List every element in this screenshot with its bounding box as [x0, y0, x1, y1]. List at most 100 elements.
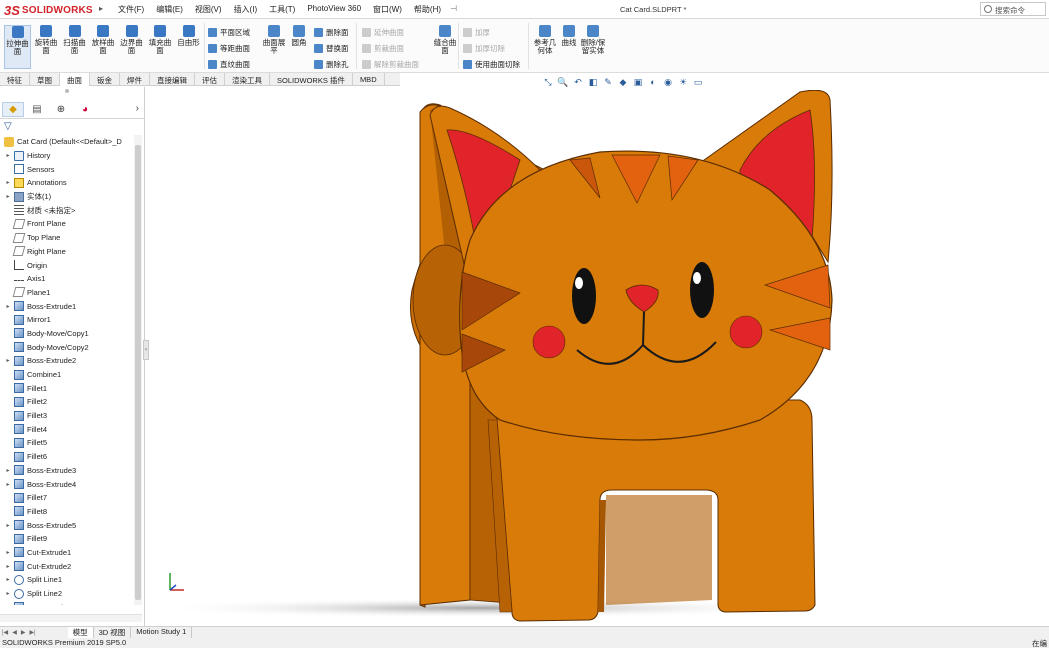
tree-item[interactable]: Fillet7	[0, 491, 134, 505]
ribbon-item-group2-1[interactable]: 等距曲面	[208, 43, 250, 54]
tab-8[interactable]: SOLIDWORKS 插件	[270, 73, 353, 86]
dynamic-annotation-icon[interactable]: ✎	[602, 76, 614, 88]
next-tab-arrow-icon[interactable]: ▶	[19, 629, 28, 636]
tree-item[interactable]: Fillet3	[0, 409, 134, 423]
ribbon-big-button-1[interactable]: 曲线	[556, 25, 582, 69]
extruded-surface-button[interactable]: 拉伸曲 面	[4, 25, 31, 69]
tab-2[interactable]: 曲面	[60, 73, 90, 86]
tree-item[interactable]: Mirror1	[0, 313, 134, 327]
menu-item[interactable]: 编辑(E)	[150, 4, 189, 15]
tree-item[interactable]: Fillet8	[0, 505, 134, 519]
tree-item[interactable]: Fillet9	[0, 532, 134, 546]
tree-item[interactable]: ▸Cut-Extrude3	[0, 600, 134, 605]
section-view-icon[interactable]: ◧	[587, 76, 599, 88]
edit-appearance-icon[interactable]: ◉	[662, 76, 674, 88]
tree-item[interactable]: Right Plane	[0, 245, 134, 259]
tree-item[interactable]: Front Plane	[0, 217, 134, 231]
menu-item[interactable]: PhotoView 360	[301, 4, 367, 15]
ribbon-item-group2-0[interactable]: 平面区域	[208, 27, 250, 38]
knit-surface-button[interactable]: 缝合曲 面	[430, 25, 460, 69]
tree-root-part[interactable]: Cat Card (Default<<Default>_D	[0, 135, 134, 149]
lofted-surface-button[interactable]: 放样曲 面	[90, 25, 117, 69]
ribbon-item-group6-2[interactable]: 使用曲面切除	[463, 59, 520, 70]
expand-arrow-icon[interactable]: ▸	[4, 522, 12, 529]
tree-item[interactable]: ▸ Boss-Extrude3	[0, 464, 134, 478]
bottom-tab-2[interactable]: Motion Study 1	[131, 627, 193, 638]
filled-surface-button[interactable]: 填充曲 面	[147, 25, 174, 69]
logo-menu-arrow-icon[interactable]: ▸	[99, 4, 109, 14]
configuration-manager-tab-icon[interactable]: ⊕	[50, 102, 72, 117]
tree-item[interactable]: ▸ Boss-Extrude4	[0, 477, 134, 491]
tree-item[interactable]: ▸ Annotations	[0, 176, 134, 190]
ribbon-item-group3-1[interactable]: 替换面	[314, 43, 349, 54]
apply-scene-icon[interactable]: ☀	[677, 76, 689, 88]
expand-arrow-icon[interactable]: ▸	[4, 152, 12, 159]
tree-item[interactable]: ▸ Boss-Extrude2	[0, 354, 134, 368]
tab-1[interactable]: 草图	[30, 73, 60, 86]
revolved-surface-button[interactable]: 旋转曲 面	[33, 25, 60, 69]
expand-arrow-icon[interactable]: ▸	[4, 549, 12, 556]
graphics-area[interactable]	[150, 90, 1049, 626]
panel-grip[interactable]	[65, 89, 69, 93]
expand-arrow-icon[interactable]: ▸	[4, 481, 12, 488]
menu-item[interactable]: 帮助(H)	[408, 4, 447, 15]
tab-6[interactable]: 评估	[195, 73, 225, 86]
swept-surface-button[interactable]: 扫描曲 面	[61, 25, 88, 69]
first-tab-arrow-icon[interactable]: |◀	[0, 629, 10, 636]
tree-item[interactable]: Plane1	[0, 286, 134, 300]
ribbon-item-group3-0[interactable]: 删除面	[314, 27, 349, 38]
tab-3[interactable]: 钣金	[90, 73, 120, 86]
menu-item[interactable]: 文件(F)	[112, 4, 150, 15]
last-tab-arrow-icon[interactable]: ▶|	[27, 629, 37, 636]
hide-show-items-icon[interactable]: ◐	[647, 76, 659, 88]
boundary-surface-button[interactable]: 边界曲 面	[118, 25, 145, 69]
pin-menu-icon[interactable]: ⊣	[447, 4, 460, 15]
tab-9[interactable]: MBD	[353, 73, 385, 86]
tab-5[interactable]: 直接编辑	[150, 73, 195, 86]
tree-item[interactable]: Axis1	[0, 272, 134, 286]
tree-item[interactable]: Origin	[0, 258, 134, 272]
filter-icon[interactable]: ▽	[4, 121, 12, 132]
expand-arrow-icon[interactable]: ▸	[4, 576, 12, 583]
menu-item[interactable]: 工具(T)	[263, 4, 301, 15]
tree-item[interactable]: Sensors	[0, 162, 134, 176]
tree-item[interactable]: Fillet5	[0, 436, 134, 450]
view-orientation-icon[interactable]: ◆	[617, 76, 629, 88]
expand-arrow-icon[interactable]: ▸	[4, 357, 12, 364]
tree-item[interactable]: ▸ History	[0, 149, 134, 163]
feature-manager-tab-icon[interactable]: ◆	[2, 102, 24, 117]
ribbon-item-group4-2[interactable]: 解除剪裁曲面	[362, 59, 419, 70]
tree-item[interactable]: Fillet4	[0, 422, 134, 436]
tree-item[interactable]: 材质 <未指定>	[0, 203, 134, 217]
display-style-icon[interactable]: ▣	[632, 76, 644, 88]
tree-item[interactable]: Fillet6	[0, 450, 134, 464]
expand-arrow-icon[interactable]: ▸	[4, 467, 12, 474]
previous-view-icon[interactable]: ↶	[572, 76, 584, 88]
flatten-surface-button[interactable]: 曲面展 平	[259, 25, 289, 69]
menu-item[interactable]: 插入(I)	[228, 4, 264, 15]
fillet-button[interactable]: 圆角	[289, 25, 309, 69]
property-manager-tab-icon[interactable]: ▤	[26, 102, 48, 117]
ribbon-item-group4-0[interactable]: 延伸曲面	[362, 27, 404, 38]
tree-item[interactable]: ▸ Boss-Extrude1	[0, 299, 134, 313]
scroll-thumb[interactable]	[135, 145, 141, 600]
expand-arrow-icon[interactable]: ▸	[4, 590, 12, 597]
tab-4[interactable]: 焊件	[120, 73, 150, 86]
tree-item[interactable]: Top Plane	[0, 231, 134, 245]
ribbon-big-button-0[interactable]: 参考几 何体	[532, 25, 558, 69]
prev-tab-arrow-icon[interactable]: ◀	[10, 629, 19, 636]
expand-arrow-icon[interactable]: ▸	[4, 604, 12, 606]
tree-item[interactable]: ▸ Split Line1	[0, 573, 134, 587]
ribbon-item-group6-0[interactable]: 加厚	[463, 27, 490, 38]
ribbon-item-group4-1[interactable]: 剪裁曲面	[362, 43, 404, 54]
display-manager-tab-icon[interactable]: ◕	[74, 102, 96, 117]
tree-vertical-scrollbar[interactable]	[134, 135, 142, 605]
tree-item[interactable]: ▸ Cut-Extrude2	[0, 559, 134, 573]
tab-7[interactable]: 渲染工具	[225, 73, 270, 86]
tree-item[interactable]: ▸ Boss-Extrude5	[0, 518, 134, 532]
search-commands-input[interactable]: 搜索命令	[980, 2, 1046, 16]
ribbon-item-group2-2[interactable]: 直纹曲面	[208, 59, 250, 70]
bottom-tab-1[interactable]: 3D 视图	[94, 627, 132, 638]
ribbon-big-button-2[interactable]: 删除/保 留实体	[580, 25, 606, 69]
tree-item[interactable]: Fillet1	[0, 381, 134, 395]
